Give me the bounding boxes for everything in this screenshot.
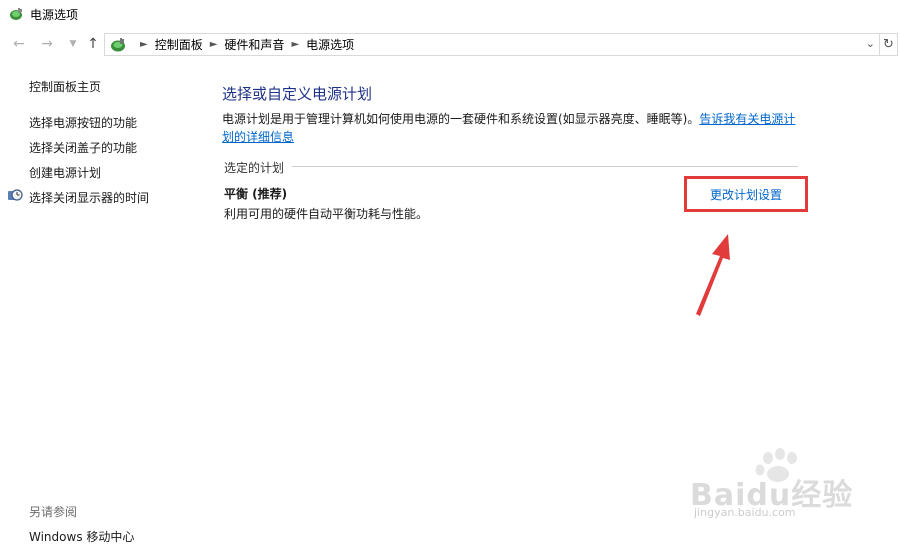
sidebar-item-lid-close[interactable]: 选择关闭盖子的功能 bbox=[29, 139, 137, 156]
highlight-box: 更改计划设置 bbox=[684, 176, 808, 212]
watermark-url: jingyan.baidu.com bbox=[694, 506, 796, 519]
page-description: 电源计划是用于管理计算机如何使用电源的一套硬件和系统设置(如显示器亮度、睡眠等)… bbox=[222, 110, 802, 146]
sidebar-item-mobility-center[interactable]: Windows 移动中心 bbox=[29, 528, 134, 545]
sidebar-item-power-button[interactable]: 选择电源按钮的功能 bbox=[29, 114, 137, 131]
sidebar-item-create-plan[interactable]: 创建电源计划 bbox=[29, 164, 101, 181]
plan-name: 平衡 (推荐) bbox=[224, 187, 288, 201]
change-plan-settings-link[interactable]: 更改计划设置 bbox=[710, 186, 782, 203]
chevron-down-icon[interactable]: ▼ bbox=[64, 34, 82, 54]
section-divider bbox=[292, 166, 798, 167]
window-title: 电源选项 bbox=[30, 7, 79, 22]
power-options-icon bbox=[10, 8, 22, 20]
plan-description: 利用可用的硬件自动平衡功耗与性能。 bbox=[224, 207, 429, 221]
navigation-bar: ← → ▼ ↑ ► 控制面板 ► 硬件和声音 ► 电源选项 ⌄ ↻ bbox=[0, 30, 900, 58]
forward-arrow-icon[interactable]: → bbox=[38, 34, 56, 54]
back-arrow-icon[interactable]: ← bbox=[10, 34, 28, 54]
breadcrumb-control-panel[interactable]: 控制面板 bbox=[155, 36, 203, 53]
annotation-arrow-icon bbox=[696, 234, 730, 316]
description-text: 电源计划是用于管理计算机如何使用电源的一套硬件和系统设置(如显示器亮度、睡眠等)… bbox=[222, 112, 700, 126]
section-label: 选定的计划 bbox=[224, 161, 285, 175]
see-also-heading: 另请参阅 bbox=[29, 505, 78, 519]
breadcrumb-separator-icon: ► bbox=[291, 39, 300, 50]
up-arrow-icon[interactable]: ↑ bbox=[84, 34, 102, 54]
address-dropdown-icon[interactable]: ⌄ bbox=[866, 37, 875, 50]
control-panel-icon bbox=[111, 37, 125, 51]
page-title: 选择或自定义电源计划 bbox=[222, 85, 373, 103]
clock-monitor-icon bbox=[8, 189, 23, 201]
sidebar-item-display-off[interactable]: 选择关闭显示器的时间 bbox=[29, 189, 149, 206]
refresh-icon[interactable]: ↻ bbox=[880, 33, 898, 56]
breadcrumb-hardware-sound[interactable]: 硬件和声音 bbox=[224, 36, 284, 53]
sidebar-item-home[interactable]: 控制面板主页 bbox=[29, 78, 101, 95]
breadcrumb-power-options[interactable]: 电源选项 bbox=[306, 36, 354, 53]
address-bar[interactable]: ► 控制面板 ► 硬件和声音 ► 电源选项 ⌄ bbox=[104, 33, 880, 56]
breadcrumb-separator-icon: ► bbox=[140, 39, 148, 50]
breadcrumb-separator-icon: ► bbox=[209, 39, 218, 50]
title-bar: 电源选项 bbox=[0, 0, 900, 28]
